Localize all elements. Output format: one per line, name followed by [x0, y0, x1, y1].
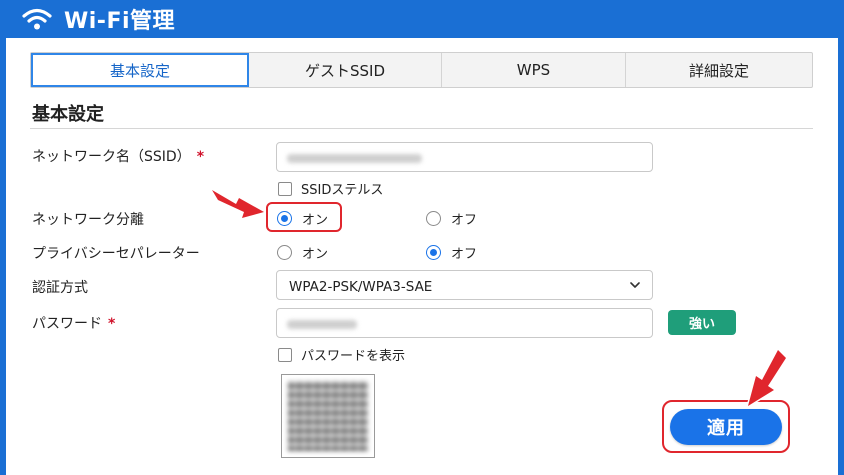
settings-panel: 基本設定 ゲストSSID WPS 詳細設定 基本設定 ネットワーク名（SSID）…: [6, 38, 838, 475]
ssid-value-blurred: [287, 154, 422, 163]
tab-bar: 基本設定 ゲストSSID WPS 詳細設定: [30, 52, 813, 88]
red-arrow-icon: [210, 188, 266, 220]
privacy-on-option[interactable]: オン: [277, 243, 328, 262]
show-password-label: パスワードを表示: [301, 349, 406, 364]
privacy-on-label: オン: [302, 247, 329, 262]
chevron-down-icon: [630, 282, 640, 288]
section-title: 基本設定: [32, 104, 104, 125]
tab-guest-ssid[interactable]: ゲストSSID: [249, 53, 442, 87]
isolation-on-label: オン: [302, 213, 329, 228]
wifi-qr-code: [281, 374, 375, 458]
password-strength-badge: 強い: [668, 310, 736, 335]
show-password-checkbox-row[interactable]: パスワードを表示: [278, 345, 405, 364]
network-isolation-label: ネットワーク分離: [32, 212, 144, 228]
ssid-stealth-checkbox-row[interactable]: SSIDステルス: [278, 179, 383, 198]
tab-advanced-settings[interactable]: 詳細設定: [626, 53, 812, 87]
ssid-stealth-label: SSIDステルス: [301, 183, 384, 198]
password-value-blurred: [287, 320, 357, 329]
tab-wps[interactable]: WPS: [442, 53, 626, 87]
privacy-off-label: オフ: [451, 247, 478, 262]
privacy-off-option[interactable]: オフ: [426, 243, 477, 262]
required-mark: *: [108, 316, 116, 332]
isolation-off-label: オフ: [451, 213, 478, 228]
password-input[interactable]: [276, 308, 653, 338]
isolation-on-radio[interactable]: [277, 211, 292, 226]
app-title: Wi-Fi管理: [64, 9, 176, 34]
auth-method-value: WPA2-PSK/WPA3-SAE: [289, 279, 433, 295]
isolation-off-radio[interactable]: [426, 211, 441, 226]
red-arrow-icon: [746, 348, 788, 408]
show-password-checkbox[interactable]: [278, 347, 292, 362]
privacy-separator-label: プライバシーセパレーター: [32, 246, 200, 262]
privacy-on-radio[interactable]: [277, 245, 292, 260]
tab-basic-settings[interactable]: 基本設定: [31, 53, 249, 87]
app-header: Wi-Fi管理: [0, 0, 844, 38]
wifi-icon: [22, 8, 52, 30]
isolation-on-option[interactable]: オン: [277, 209, 328, 228]
auth-method-select[interactable]: WPA2-PSK/WPA3-SAE: [276, 270, 653, 300]
password-label: パスワード *: [32, 316, 116, 332]
isolation-off-option[interactable]: オフ: [426, 209, 477, 228]
apply-button[interactable]: 適用: [670, 409, 782, 445]
privacy-off-radio[interactable]: [426, 245, 441, 260]
ssid-stealth-checkbox[interactable]: [278, 181, 292, 196]
section-divider: [30, 128, 813, 129]
required-mark: *: [196, 149, 205, 165]
ssid-label: ネットワーク名（SSID） *: [32, 149, 205, 165]
ssid-input[interactable]: [276, 142, 653, 172]
auth-method-label: 認証方式: [32, 280, 88, 296]
qr-code-blurred: [288, 381, 368, 451]
